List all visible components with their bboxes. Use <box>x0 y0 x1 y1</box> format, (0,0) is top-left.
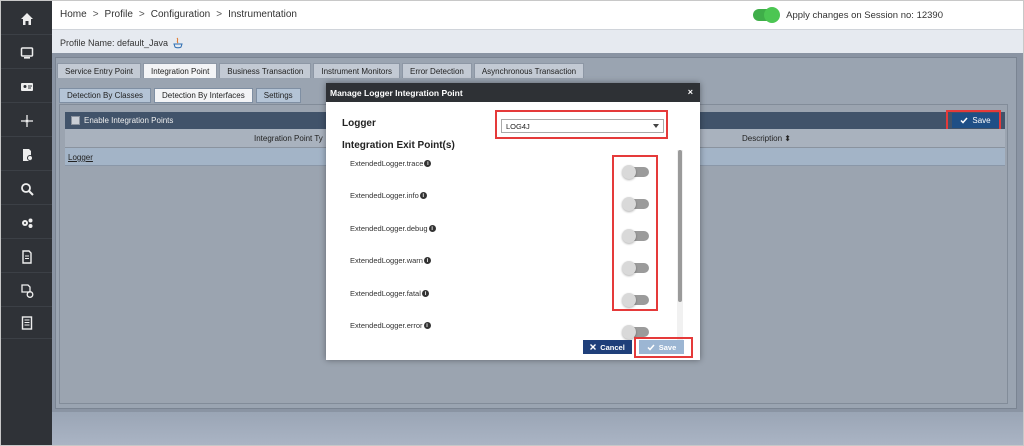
breadcrumb-separator: > <box>92 9 99 20</box>
breadcrumb-separator: > <box>138 9 145 20</box>
highlight-logger-select <box>495 110 668 139</box>
cancel-button[interactable]: Cancel <box>583 340 632 354</box>
java-icon <box>173 37 183 49</box>
profile-name: Profile Name: default_Java <box>60 38 169 48</box>
column-integration-point-type[interactable]: Integration Point Ty <box>254 134 323 143</box>
sidebar-network-icon[interactable] <box>1 105 52 137</box>
sub-tabs: Detection By Classes Detection By Interf… <box>59 88 301 103</box>
column-description[interactable]: Description ⬍ <box>742 134 791 143</box>
exit-point-name: ExtendedLogger.warn <box>350 256 423 265</box>
profile-bar: Profile Name: default_Java <box>52 29 1023 53</box>
sidebar-gears-icon[interactable] <box>1 207 52 239</box>
breadcrumb-configuration[interactable]: Configuration <box>151 9 210 20</box>
sidebar-file-sync-icon[interactable] <box>1 275 52 307</box>
top-header: Home > Profile > Configuration > Instrum… <box>52 1 1023 29</box>
tab-error-detection[interactable]: Error Detection <box>402 63 472 78</box>
enable-integration-label: Enable Integration Points <box>84 116 174 125</box>
sidebar-monitor-icon[interactable] <box>1 37 52 69</box>
info-icon[interactable]: i <box>419 192 427 199</box>
session-apply: Apply changes on Session no: 12390 <box>753 7 943 23</box>
exit-point-item: ExtendedLogger.error i <box>350 321 431 330</box>
breadcrumb-profile[interactable]: Profile <box>105 9 133 20</box>
apply-session-toggle[interactable] <box>753 7 781 23</box>
modal-scrollbar-thumb[interactable] <box>678 150 682 302</box>
tab-service-entry-point[interactable]: Service Entry Point <box>57 63 142 78</box>
highlight-modal-save <box>634 337 693 358</box>
exit-point-name: ExtendedLogger.trace <box>350 159 424 168</box>
exit-point-item: ExtendedLogger.info i <box>350 191 427 200</box>
exit-point-name: ExtendedLogger.debug <box>350 224 428 233</box>
sidebar-document-icon[interactable] <box>1 241 52 273</box>
column-description-label: Description <box>742 134 783 143</box>
cancel-button-label: Cancel <box>600 342 625 352</box>
breadcrumb: Home > Profile > Configuration > Instrum… <box>60 9 297 20</box>
enable-integration-checkbox[interactable] <box>71 116 80 125</box>
info-icon[interactable]: i <box>421 290 429 297</box>
main-tabs: Service Entry Point Integration Point Bu… <box>57 63 585 78</box>
tab-integration-point[interactable]: Integration Point <box>143 63 218 78</box>
exit-point-name: ExtendedLogger.info <box>350 191 419 200</box>
tab-asynchronous-transaction[interactable]: Asynchronous Transaction <box>473 63 585 78</box>
exit-point-toggle-error[interactable] <box>622 325 649 339</box>
sidebar-search-icon[interactable] <box>1 173 52 205</box>
exit-point-name: ExtendedLogger.error <box>350 321 423 330</box>
session-label: Apply changes on Session no: 12390 <box>786 9 943 21</box>
subtab-detection-by-interfaces[interactable]: Detection By Interfaces <box>154 88 253 103</box>
modal-title: Manage Logger Integration Point <box>330 88 463 98</box>
breadcrumb-instrumentation: Instrumentation <box>228 9 297 20</box>
breadcrumb-home[interactable]: Home <box>60 9 87 20</box>
subtab-detection-by-classes[interactable]: Detection By Classes <box>59 88 152 103</box>
exit-point-item: ExtendedLogger.fatal i <box>350 289 429 298</box>
exit-points-label: Integration Exit Point(s) <box>342 140 455 151</box>
sidebar <box>1 1 52 445</box>
logger-link[interactable]: Logger <box>68 153 93 162</box>
sort-icon: ⬍ <box>784 134 791 143</box>
tab-instrument-monitors[interactable]: Instrument Monitors <box>313 63 401 78</box>
sidebar-file-settings-icon[interactable] <box>1 139 52 171</box>
breadcrumb-separator: > <box>216 9 223 20</box>
logger-label: Logger <box>342 118 376 129</box>
modal-header: Manage Logger Integration Point × <box>326 83 700 102</box>
exit-point-item: ExtendedLogger.debug i <box>350 224 436 233</box>
tab-business-transaction[interactable]: Business Transaction <box>219 63 312 78</box>
exit-point-name: ExtendedLogger.fatal <box>350 289 421 298</box>
info-icon[interactable]: i <box>424 160 432 167</box>
backdrop-footer <box>52 412 1023 445</box>
highlight-toggles <box>612 155 658 311</box>
sidebar-id-card-icon[interactable] <box>1 71 52 103</box>
sidebar-report-icon[interactable] <box>1 307 52 339</box>
exit-point-item: ExtendedLogger.warn i <box>350 256 431 265</box>
info-icon[interactable]: i <box>428 225 436 232</box>
exit-point-item: ExtendedLogger.trace i <box>350 159 432 168</box>
info-icon[interactable]: i <box>423 322 431 329</box>
subtab-settings[interactable]: Settings <box>255 88 301 103</box>
info-icon[interactable]: i <box>423 257 431 264</box>
close-icon <box>590 344 597 350</box>
close-icon[interactable]: × <box>688 87 693 97</box>
sidebar-home-icon[interactable] <box>1 3 52 35</box>
